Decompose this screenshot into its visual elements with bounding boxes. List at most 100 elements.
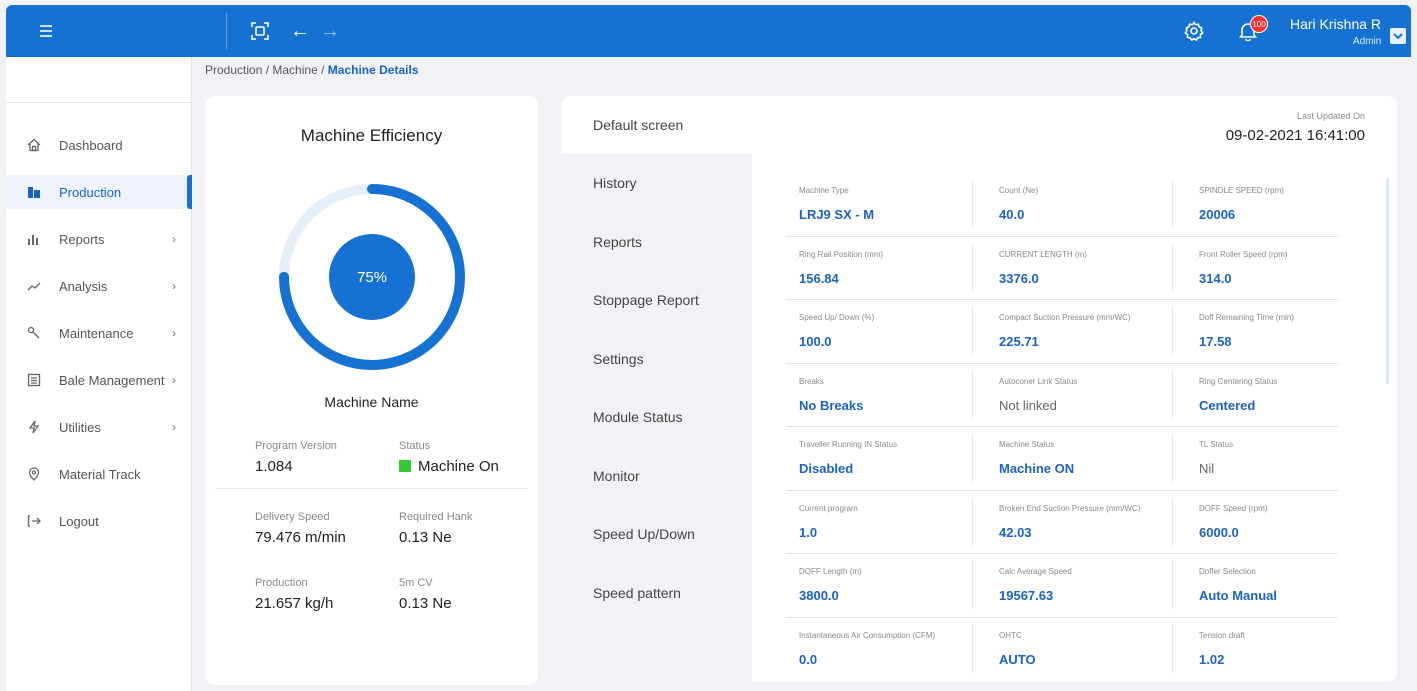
sidebar-item-analysis[interactable]: Analysis › [6, 269, 192, 303]
cv-5m: 5m CV 0.13 Ne [399, 577, 452, 612]
cell-divider [972, 243, 973, 292]
menu-icon[interactable] [34, 19, 58, 43]
tab-history[interactable]: History [561, 154, 752, 212]
detail-label: DOFF Speed (rpm) [1199, 503, 1268, 513]
efficiency-title: Machine Efficiency [300, 126, 443, 145]
sidebar-item-bale-management[interactable]: Bale Management › [6, 363, 192, 397]
detail-value: 3376.0 [999, 270, 1039, 286]
user-name[interactable]: Hari Krishna R [1290, 16, 1381, 32]
detail-label: Calc Average Speed [999, 567, 1072, 576]
program-version: Program Version 1.084 [255, 440, 337, 475]
detail-cell: Machine Type LRJ9 SX - M [786, 176, 970, 236]
production-label: Production [255, 577, 308, 589]
detail-value: 17.58 [1199, 334, 1232, 349]
tab-speed-up-down[interactable]: Speed Up/Down [561, 505, 752, 563]
machine-status: Status Machine On [399, 440, 499, 475]
detail-cell: Machine Status Machine ON [986, 430, 1170, 490]
notification-count-badge: 100 [1250, 15, 1268, 33]
sidebar-item-label: Reports [59, 231, 105, 247]
detail-label: Breaks [799, 376, 824, 386]
tab-speed-pattern[interactable]: Speed pattern [561, 564, 752, 622]
detail-label: Traveller Running IN Status [799, 440, 897, 449]
detail-value: 6000.0 [1199, 524, 1239, 540]
detail-cell: Front Roller Speed (rpm) 314.0 [1186, 240, 1370, 300]
cell-divider [972, 561, 973, 609]
forward-arrow-icon[interactable]: → [318, 19, 342, 43]
detail-label: Instantaneous Air Consumption (CFM) [799, 630, 936, 640]
status-value: Machine On [418, 458, 499, 475]
factory-icon [26, 184, 42, 200]
detail-value: 19567.63 [999, 588, 1054, 603]
cell-divider [1172, 243, 1173, 292]
detail-label: Autoconer Link Status [999, 376, 1078, 386]
tab-default-screen[interactable]: Default screen [561, 96, 752, 154]
settings-gear-icon[interactable] [1182, 19, 1206, 43]
detail-label: Speed Up/ Down (%) [799, 313, 875, 322]
list-icon [26, 372, 42, 388]
detail-label: Tension draft [1199, 630, 1245, 640]
sidebar-item-material-track[interactable]: Material Track [6, 457, 192, 491]
detail-value: Not linked [999, 397, 1057, 413]
tab-monitor[interactable]: Monitor [561, 447, 752, 505]
cell-divider [972, 434, 973, 482]
tab-module-status[interactable]: Module Status [561, 388, 752, 446]
delivery-speed-value: 79.476 m/min [255, 529, 346, 546]
sidebar-item-utilities[interactable]: Utilities › [6, 410, 192, 444]
detail-label: Doff Remaining Time (min) [1199, 313, 1294, 322]
delivery-speed-label: Delivery Speed [255, 511, 330, 523]
user-menu-chevron-down-icon[interactable] [1390, 28, 1406, 44]
chevron-right-icon: › [172, 232, 176, 246]
detail-label: Broken End Suction Pressure (mm/WC) [999, 503, 1141, 513]
tab-stoppage-report[interactable]: Stoppage Report [561, 271, 752, 329]
machine-name: Machine Name [324, 394, 419, 410]
breadcrumb-separator: / [317, 63, 328, 77]
sidebar-item-reports[interactable]: Reports › [6, 222, 192, 256]
sidebar-item-logout[interactable]: Logout [6, 504, 192, 538]
chevron-right-icon: › [172, 420, 176, 434]
breadcrumb-production[interactable]: Production [205, 63, 262, 77]
tab-settings[interactable]: Settings [561, 330, 752, 388]
required-hank: Required Hank 0.13 Ne [399, 511, 472, 546]
logout-icon [26, 513, 42, 529]
tab-reports[interactable]: Reports [561, 213, 752, 271]
detail-cell: SPINDLE SPEED (rpm) 20006 [1186, 176, 1370, 236]
detail-label: TL Status [1199, 440, 1233, 449]
cell-divider [972, 307, 973, 355]
detail-cell: Tension draft 1.02 [1186, 621, 1370, 681]
cell-divider [1172, 497, 1173, 546]
sidebar-item-maintenance[interactable]: Maintenance › [6, 316, 192, 350]
row-divider [786, 362, 1338, 364]
sidebar-item-label: Maintenance [59, 325, 134, 341]
detail-value: 314.0 [1199, 270, 1232, 286]
last-updated: Last Updated On 09-02-2021 16:41:00 [1226, 111, 1365, 144]
detail-label: OHTC [999, 630, 1022, 640]
cell-divider [972, 497, 973, 546]
detail-cell: DOFF Speed (rpm) 6000.0 [1186, 494, 1370, 554]
sidebar-item-dashboard[interactable]: Dashboard [6, 128, 192, 162]
cell-divider [1172, 180, 1173, 228]
back-arrow-icon[interactable]: ← [288, 19, 312, 43]
scrollbar[interactable] [1386, 178, 1389, 384]
machine-details-panel: Default screen History Reports Stoppage … [561, 96, 1397, 682]
detail-value: 3800.0 [799, 588, 839, 603]
home-icon [26, 137, 42, 153]
detail-label: DOFF Length (m) [799, 567, 862, 576]
toolbar-divider [226, 13, 227, 49]
cv-value: 0.13 Ne [399, 595, 452, 612]
sidebar-item-production[interactable]: Production [6, 175, 192, 209]
detail-cell: Breaks No Breaks [786, 367, 970, 427]
breadcrumb-machine[interactable]: Machine [272, 63, 317, 77]
detail-cell: Ring Centering Status Centered [1186, 367, 1370, 427]
efficiency-gauge: 75% [277, 182, 467, 372]
gauge-core [329, 234, 415, 320]
fullscreen-icon[interactable] [248, 19, 272, 43]
detail-cell: OHTC AUTO [986, 621, 1170, 681]
detail-value: 100.0 [799, 334, 832, 349]
sidebar-item-label: Analysis [59, 278, 108, 294]
detail-value: 0.0 [799, 651, 818, 667]
location-icon [26, 466, 42, 482]
detail-value: Centered [1199, 397, 1256, 413]
detail-value: 1.0 [799, 524, 818, 540]
row-divider [786, 299, 1338, 300]
detail-cell: Broken End Suction Pressure (mm/WC) 42.03 [986, 494, 1170, 554]
